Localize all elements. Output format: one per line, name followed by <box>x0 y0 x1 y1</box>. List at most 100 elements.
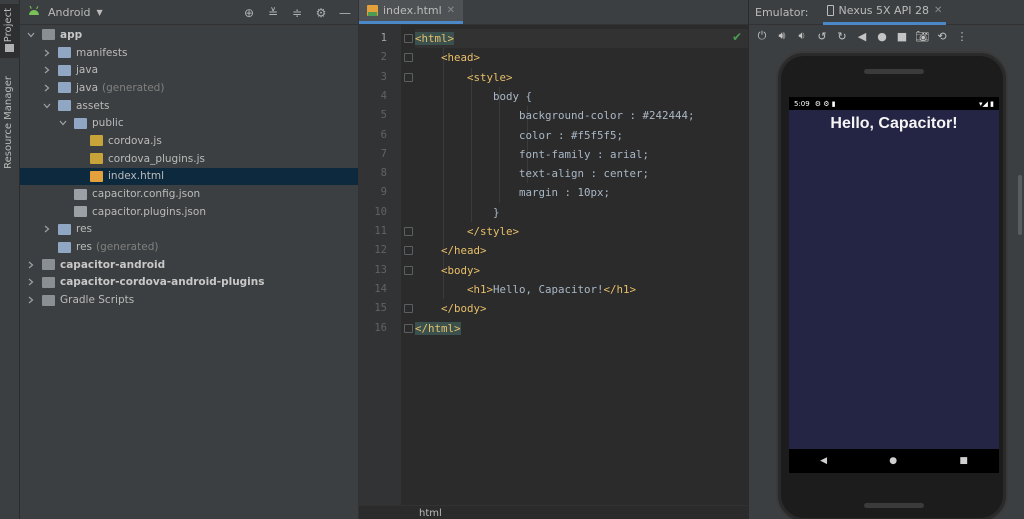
code-token: body { <box>415 89 533 103</box>
emulator-panel: Emulator: Nexus 5X API 28 ✕ ⏻ 🔊︎ 🔉︎ ↺ ↻ … <box>748 0 1024 519</box>
json-file-icon <box>74 206 87 218</box>
editor-tab-bar: index.html ✕ <box>359 0 748 25</box>
fold-marker-icon[interactable] <box>404 53 413 63</box>
gradle-icon <box>42 294 55 306</box>
back-icon[interactable]: ◀ <box>856 30 868 43</box>
device-tab-label: Nexus 5X API 28 <box>838 4 929 17</box>
hide-panel-icon[interactable]: — <box>338 6 352 20</box>
code-line: <h1>Hello, Capacitor!</h1> <box>415 280 636 299</box>
tree-node-label: index.html <box>108 170 164 183</box>
tree-node[interactable]: cordova.js <box>20 132 358 150</box>
tree-node[interactable]: java <box>20 61 358 79</box>
close-tab-icon[interactable]: ✕ <box>447 5 455 16</box>
line-number-gutter: 1 2 3 4 5 6 7 8 9 10 11 12 13 14 15 16 <box>359 25 413 505</box>
code-line: </html> <box>415 319 461 338</box>
fold-marker-icon[interactable] <box>404 265 413 275</box>
tree-node[interactable]: manifests <box>20 44 358 62</box>
nav-back-icon[interactable]: ◀ <box>820 456 827 466</box>
overview-icon[interactable]: ■ <box>896 30 908 43</box>
tree-node[interactable]: res <box>20 221 358 239</box>
tree-node-label: res <box>76 223 93 236</box>
code-editor: index.html ✕ 1 2 3 4 5 6 7 8 9 10 11 12 13 14 15 16 <ht… <box>358 0 749 519</box>
fold-marker-icon[interactable] <box>404 34 413 43</box>
tree-node[interactable]: capacitor-cordova-android-plugins <box>20 274 358 292</box>
tree-node-label: java <box>76 64 98 77</box>
fold-marker-icon[interactable] <box>404 72 413 82</box>
volume-down-icon[interactable]: 🔉︎ <box>796 29 808 42</box>
editor-status-bar: html <box>359 505 749 519</box>
chevron-right-icon[interactable] <box>26 260 36 270</box>
close-tab-icon[interactable]: ✕ <box>934 5 942 16</box>
code-token: </body> <box>441 302 487 316</box>
nav-recents-icon[interactable]: ■ <box>959 456 968 466</box>
tree-node[interactable]: Gradle Scripts <box>20 291 358 309</box>
rotate-right-icon[interactable]: ↻ <box>836 30 848 43</box>
chevron-down-icon[interactable] <box>26 30 36 40</box>
nav-home-icon[interactable]: ● <box>889 456 897 466</box>
home-icon[interactable]: ● <box>876 30 888 43</box>
emulator-scrollbar[interactable] <box>1018 175 1022 235</box>
code-token: </h1> <box>603 282 637 296</box>
tree-node-label: capacitor-cordova-android-plugins <box>60 276 265 289</box>
tree-node[interactable]: res (generated) <box>20 238 358 256</box>
fold-marker-icon[interactable] <box>404 304 413 314</box>
line-number: 12 <box>374 244 387 257</box>
line-number: 13 <box>374 263 387 276</box>
rotate-left-icon[interactable]: ↺ <box>816 30 828 43</box>
code-token: <html> <box>415 32 455 45</box>
chevron-down-icon[interactable] <box>42 101 52 111</box>
code-token: </html> <box>415 321 461 335</box>
tree-node[interactable]: capacitor-android <box>20 256 358 274</box>
tree-node[interactable]: assets <box>20 97 358 115</box>
chevron-right-icon[interactable] <box>42 83 52 93</box>
locate-file-icon[interactable]: ⊕ <box>242 6 256 20</box>
chevron-right-icon[interactable] <box>42 224 52 234</box>
resource-manager-tool-tab[interactable]: Resource Manager <box>0 72 20 172</box>
folder-icon <box>58 47 71 59</box>
camera-icon[interactable]: 📷︎ <box>915 30 929 43</box>
fold-marker-icon[interactable] <box>404 246 413 256</box>
more-options-icon[interactable]: ⋮ <box>956 30 968 43</box>
tree-node-label: public <box>92 117 124 130</box>
fold-marker-icon[interactable] <box>404 227 413 236</box>
code-area[interactable]: <html> <head> <style> body { background-… <box>415 25 748 505</box>
module-folder-icon <box>42 259 55 271</box>
project-tool-tab-label: Project <box>3 8 14 43</box>
chevron-down-icon[interactable]: ▼ <box>97 8 103 17</box>
tree-node[interactable]: capacitor.config.json <box>20 185 358 203</box>
project-tool-tab[interactable]: Project <box>0 4 20 58</box>
tree-node[interactable]: cordova_plugins.js <box>20 150 358 168</box>
chevron-right-icon[interactable] <box>42 48 52 58</box>
tree-node-label: assets <box>76 99 110 112</box>
tree-node[interactable]: capacitor.plugins.json <box>20 203 358 221</box>
device-tab[interactable]: Nexus 5X API 28 ✕ <box>822 0 947 25</box>
folder-icon <box>58 100 71 112</box>
res-folder-icon <box>58 241 71 253</box>
code-line: <head> <box>415 48 480 67</box>
power-icon[interactable]: ⏻ <box>756 29 768 42</box>
tree-node[interactable]: public <box>20 114 358 132</box>
chevron-right-icon[interactable] <box>42 65 52 75</box>
chevron-right-icon[interactable] <box>26 295 36 305</box>
left-tool-strip: Project Resource Manager <box>0 0 20 519</box>
collapse-all-icon[interactable]: ≑ <box>290 6 304 20</box>
gear-icon: ⚙ ⚙ ▮ <box>814 99 836 108</box>
editor-tab-index-html[interactable]: index.html ✕ <box>359 0 464 24</box>
code-line: background-color : #242444; <box>415 106 695 125</box>
breadcrumb[interactable]: html <box>419 508 442 519</box>
tree-node[interactable]: index.html <box>20 167 358 186</box>
tree-node[interactable]: java (generated) <box>20 79 358 97</box>
line-number: 10 <box>374 205 387 218</box>
code-token: <head> <box>441 51 481 65</box>
chevron-down-icon[interactable] <box>58 118 68 128</box>
volume-up-icon[interactable]: 🔊︎ <box>776 29 788 42</box>
gear-icon[interactable]: ⚙ <box>314 6 328 20</box>
tree-node-label: cordova_plugins.js <box>108 152 205 165</box>
device-screen[interactable]: 5:09 ⚙ ⚙ ▮ ▾◢ ▮ Hello, Capacitor! ◀ ● ■ <box>789 97 999 473</box>
tree-node[interactable]: app <box>20 26 358 44</box>
chevron-right-icon[interactable] <box>26 277 36 287</box>
snapshot-icon[interactable]: ⟲ <box>936 30 948 43</box>
fold-marker-icon[interactable] <box>404 323 413 333</box>
expand-all-icon[interactable]: ≚ <box>266 6 280 20</box>
project-view-selector[interactable]: Android <box>48 6 91 19</box>
